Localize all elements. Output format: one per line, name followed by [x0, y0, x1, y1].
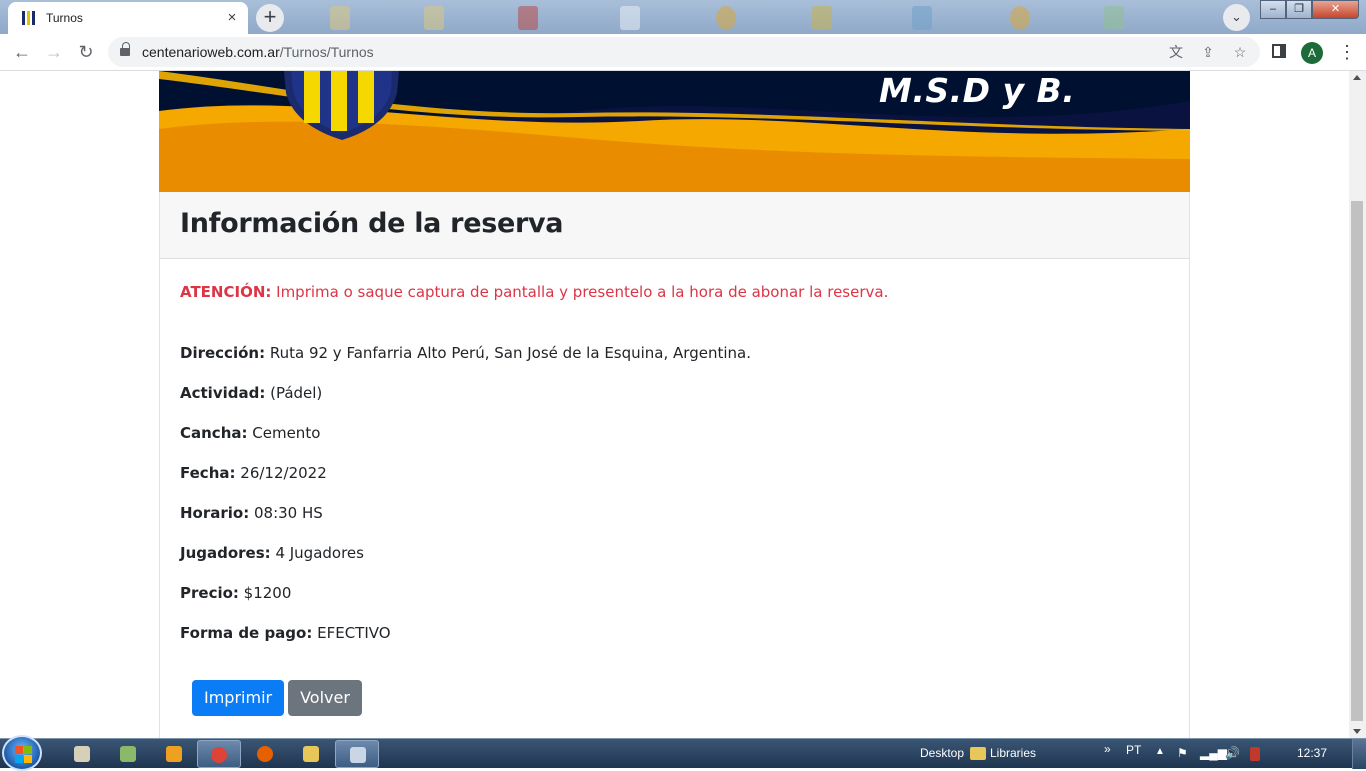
club-favicon-icon — [22, 11, 36, 25]
print-button[interactable]: Imprimir — [192, 680, 285, 716]
close-window-button[interactable]: ✕ — [1312, 0, 1359, 19]
field-jugadores: Jugadores: 4 Jugadores — [180, 544, 364, 562]
power-tray-icon[interactable] — [1250, 747, 1260, 761]
chrome-shortcut-icon — [1010, 6, 1030, 30]
bookmark-star-icon[interactable]: ☆ — [1232, 44, 1248, 60]
browser-toolbar: ← → ↻ centenarioweb.com.ar/Turnos/Turnos… — [0, 34, 1366, 71]
field-actividad: Actividad: (Pádel) — [180, 384, 323, 402]
tray-expand-icon[interactable]: ▲ — [1155, 746, 1165, 757]
url-text: centenarioweb.com.ar/Turnos/Turnos — [142, 44, 374, 60]
new-tab-button[interactable]: + — [256, 4, 284, 32]
scrollbar-thumb[interactable] — [1351, 201, 1363, 721]
desktop-shortcut-icon — [518, 6, 538, 30]
attention-label: ATENCIÓN: — [180, 283, 272, 301]
libraries-toolbar-label[interactable]: Libraries — [990, 746, 1036, 760]
field-cancha: Cancha: Cemento — [180, 424, 321, 442]
window-controls: – ❐ ✕ — [1260, 0, 1359, 20]
tab-search-chevron-icon[interactable]: ⌄ — [1223, 4, 1250, 31]
desktop-shortcut-icon — [620, 6, 640, 30]
tab-strip: Turnos × + ⌄ – ❐ ✕ — [0, 0, 1366, 34]
desktop-shortcut-icon — [912, 6, 932, 30]
share-icon[interactable]: ⇪ — [1200, 44, 1216, 60]
club-icon — [74, 746, 90, 762]
desktop-shortcut-icon — [812, 6, 832, 30]
taskbar-app-club[interactable] — [60, 740, 104, 768]
side-panel-icon[interactable] — [1272, 44, 1286, 58]
address-bar[interactable]: centenarioweb.com.ar/Turnos/Turnos 文 ⇪ ☆ — [108, 37, 1260, 67]
action-buttons: Imprimir Volver — [192, 680, 362, 716]
language-indicator[interactable]: PT — [1126, 743, 1141, 757]
desktop-shortcut-icon — [424, 6, 444, 30]
page-title: Información de la reserva — [180, 208, 564, 239]
reservation-card: Información de la reserva ATENCIÓN: Impr… — [159, 192, 1190, 738]
desktop-shortcut-icon — [330, 6, 350, 30]
start-button[interactable] — [2, 735, 42, 771]
reload-icon[interactable]: ↻ — [74, 40, 98, 64]
network-signal-icon[interactable]: ▂▄▆ — [1200, 746, 1227, 760]
field-fecha: Fecha: 26/12/2022 — [180, 464, 327, 482]
libraries-icon — [970, 747, 986, 760]
attention-text: Imprima o saque captura de pantalla y pr… — [271, 283, 889, 301]
taskbar-app-media[interactable] — [152, 740, 196, 768]
media-player-icon — [166, 746, 182, 762]
taskbar-app-folder[interactable] — [289, 740, 333, 768]
profile-avatar[interactable]: A — [1301, 42, 1323, 64]
desktop-shortcut-icon — [1104, 6, 1124, 30]
taskbar-app-chrome[interactable] — [197, 740, 241, 768]
forward-arrow-icon[interactable]: → — [42, 40, 66, 64]
page-scrollbar[interactable] — [1349, 71, 1366, 738]
menu-kebab-icon[interactable]: ⋮ — [1338, 42, 1356, 62]
taskbar-app-firefox[interactable] — [243, 740, 287, 768]
scroll-down-arrow-icon[interactable] — [1353, 729, 1361, 734]
firefox-icon — [257, 746, 273, 762]
attention-notice: ATENCIÓN: Imprima o saque captura de pan… — [180, 283, 1169, 301]
field-precio: Precio: $1200 — [180, 584, 292, 602]
action-center-flag-icon[interactable]: ⚑ — [1177, 746, 1188, 760]
tab-close-icon[interactable]: × — [224, 10, 240, 26]
back-button[interactable]: Volver — [288, 680, 362, 716]
chrome-icon — [211, 747, 227, 763]
minimize-button[interactable]: – — [1260, 0, 1286, 19]
paint-icon — [350, 747, 366, 763]
taskbar-app-explorer[interactable] — [106, 740, 150, 768]
windows-taskbar: Desktop Libraries » PT ▲ ⚑ ▂▄▆ 🔊 12:37 — [0, 735, 1366, 771]
scroll-up-arrow-icon[interactable] — [1353, 75, 1361, 80]
field-direccion: Dirección: Ruta 92 y Fanfarria Alto Perú… — [180, 344, 751, 362]
folder-icon — [303, 746, 319, 762]
banner-title: M.S.D y B. — [879, 71, 1076, 110]
taskbar-app-paint[interactable] — [335, 740, 379, 768]
card-header: Información de la reserva — [160, 192, 1189, 259]
translate-icon[interactable]: 文 — [1168, 44, 1184, 60]
maximize-button[interactable]: ❐ — [1286, 0, 1312, 19]
show-desktop-button[interactable] — [1352, 739, 1366, 769]
browser-tab[interactable]: Turnos × — [8, 2, 248, 34]
field-forma-de-pago: Forma de pago: EFECTIVO — [180, 624, 391, 642]
toolbar-overflow-icon[interactable]: » — [1104, 742, 1111, 756]
lock-icon[interactable] — [120, 42, 130, 57]
page-viewport: M.S.D y B. Información de la reserva ATE… — [0, 71, 1349, 738]
tab-title: Turnos — [46, 11, 83, 25]
explorer-icon — [120, 746, 136, 762]
back-arrow-icon[interactable]: ← — [10, 40, 34, 64]
volume-icon[interactable]: 🔊 — [1225, 746, 1240, 760]
chrome-shortcut-icon — [716, 6, 736, 30]
club-banner: M.S.D y B. — [159, 71, 1190, 192]
card-body: ATENCIÓN: Imprima o saque captura de pan… — [160, 259, 1189, 688]
field-horario: Horario: 08:30 HS — [180, 504, 323, 522]
desktop-toolbar-label[interactable]: Desktop — [920, 746, 964, 760]
clock[interactable]: 12:37 — [1297, 746, 1327, 760]
